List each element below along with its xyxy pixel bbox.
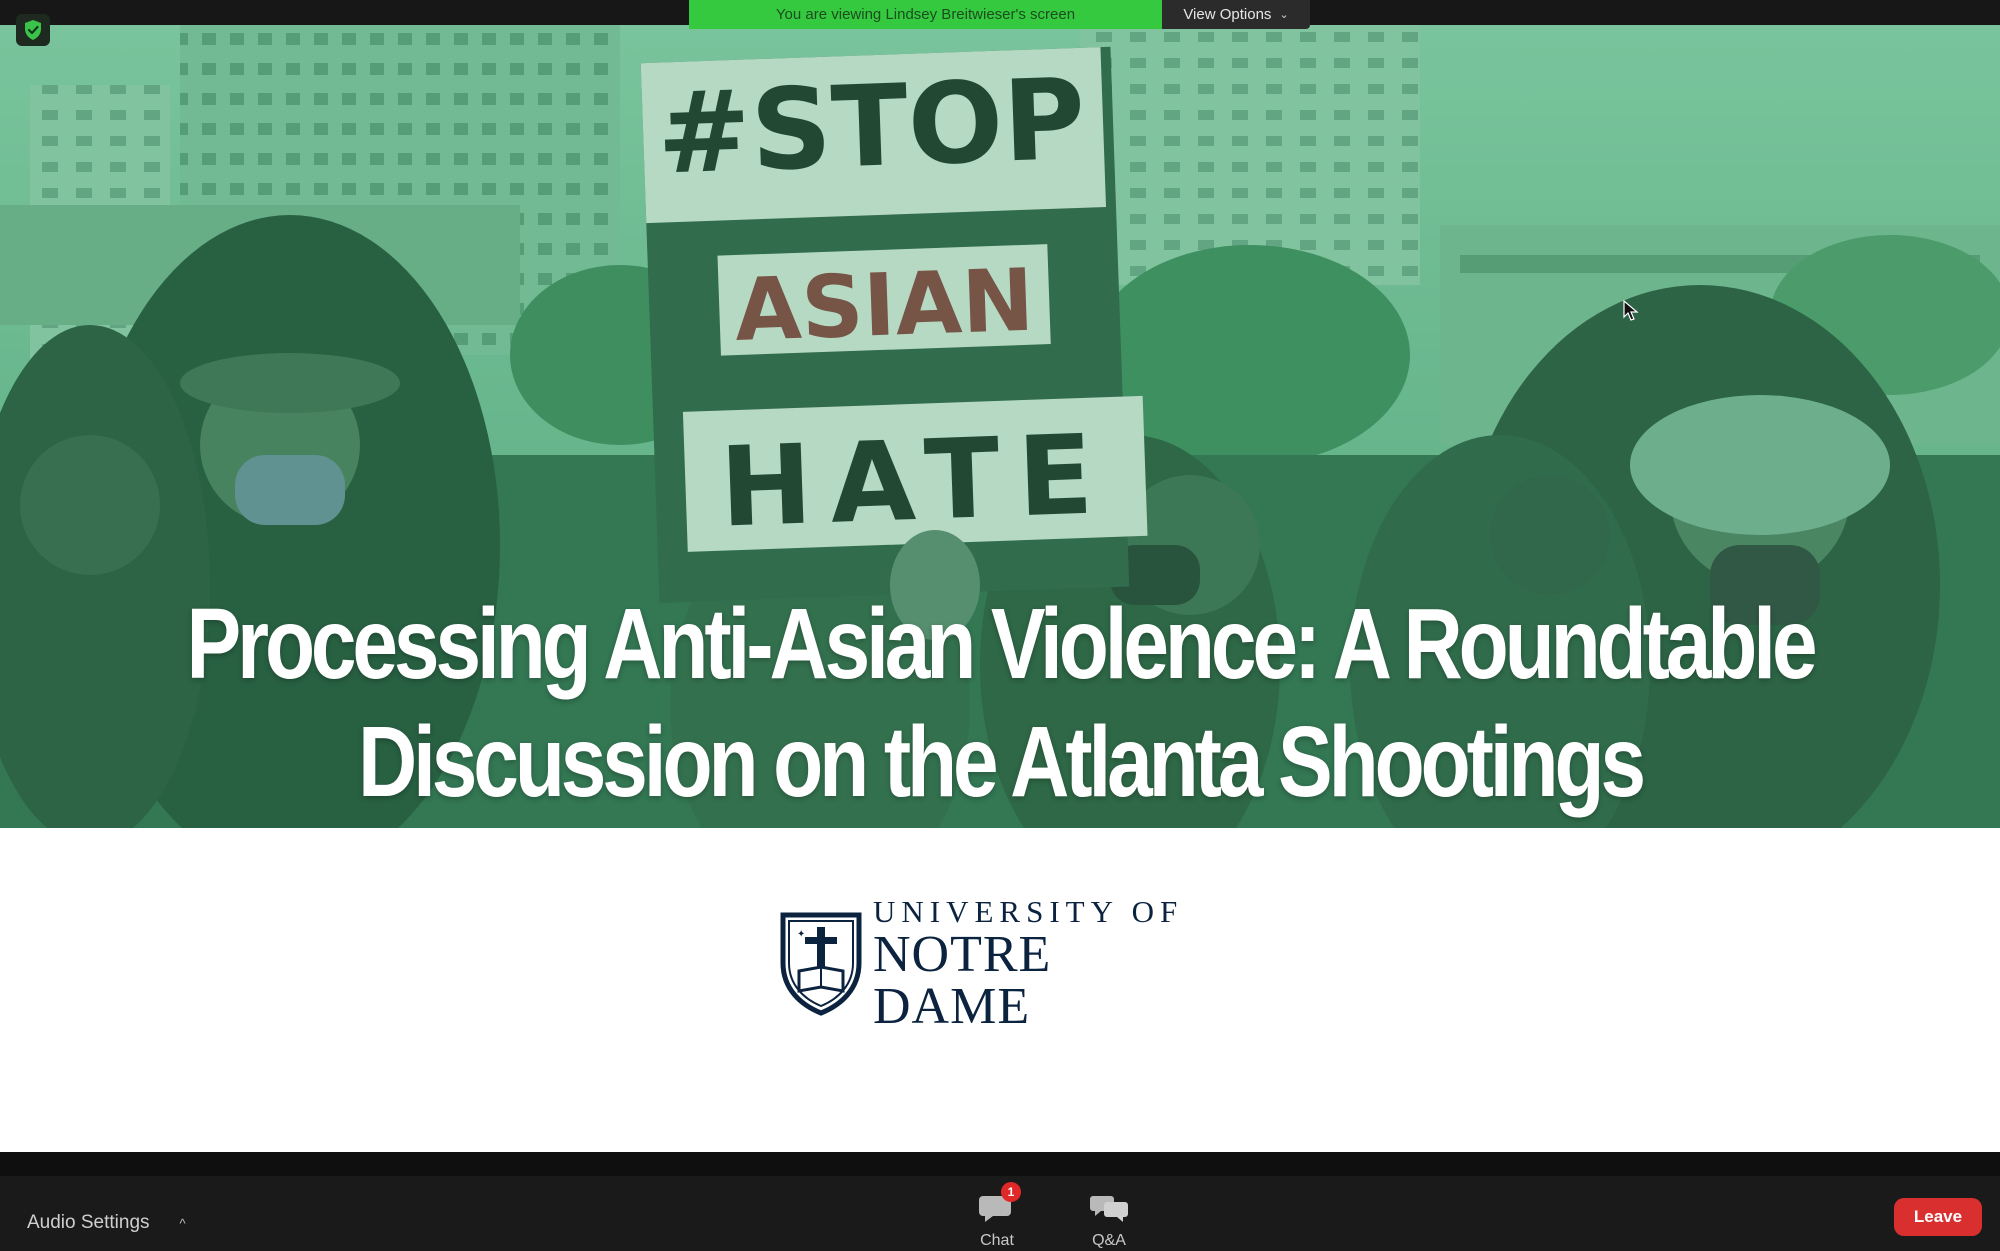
viewing-screen-banner: You are viewing Lindsey Breitwieser's sc…	[689, 0, 1162, 29]
chat-unread-badge: 1	[1001, 1182, 1021, 1202]
chat-label: Chat	[980, 1232, 1014, 1249]
slide-hero-photo: #STOP ASIAN HATE Processing Anti-Asian V…	[0, 25, 2000, 828]
slide-title-line1: Processing Anti-Asian Violence: A Roundt…	[186, 588, 1818, 700]
shield-check-icon	[25, 20, 41, 40]
meeting-toolbar: Audio Settings ^ 1 Chat Q&A Leave	[0, 1152, 2000, 1251]
slide-title: Processing Anti-Asian Violence: A Roundt…	[180, 585, 1820, 821]
mouse-cursor-icon	[1623, 300, 1639, 321]
chevron-down-icon: ⌄	[1279, 9, 1289, 21]
chat-button[interactable]: 1 Chat	[957, 1182, 1037, 1250]
security-button[interactable]	[16, 14, 50, 46]
view-options-button[interactable]: View Options ⌄	[1162, 0, 1310, 29]
leave-label: Leave	[1913, 1207, 1963, 1226]
qa-label: Q&A	[1092, 1232, 1126, 1249]
logo-line-notre-dame: NOTRE DAME	[873, 925, 1052, 1035]
viewing-banner-text: You are viewing Lindsey Breitwieser's sc…	[775, 6, 1076, 23]
chat-icon: 1	[977, 1182, 1021, 1224]
shared-screen: #STOP ASIAN HATE Processing Anti-Asian V…	[0, 25, 2000, 1152]
view-options-label: View Options	[1183, 6, 1272, 23]
caret-up-icon[interactable]: ^	[180, 1216, 186, 1231]
slide-title-line2: Discussion on the Atlanta Shootings	[358, 706, 1646, 818]
qa-button[interactable]: Q&A	[1069, 1184, 1149, 1250]
qa-icon	[1089, 1192, 1129, 1224]
notre-dame-shield-icon: ✦	[780, 912, 862, 1016]
logo-line-university: UNIVERSITY OF	[873, 893, 1184, 929]
logo-text: UNIVERSITY OF NOTRE DAME	[873, 893, 1221, 1035]
audio-settings-label: Audio Settings	[27, 1212, 150, 1233]
leave-button[interactable]: Leave	[1894, 1198, 1982, 1236]
svg-text:✦: ✦	[797, 929, 805, 940]
university-logo: ✦ UNIVERSITY OF NOTRE DAME	[779, 894, 1221, 1032]
audio-settings-button[interactable]: Audio Settings ^	[27, 1212, 186, 1234]
zoom-meeting-window: You are viewing Lindsey Breitwieser's sc…	[0, 0, 2000, 1251]
